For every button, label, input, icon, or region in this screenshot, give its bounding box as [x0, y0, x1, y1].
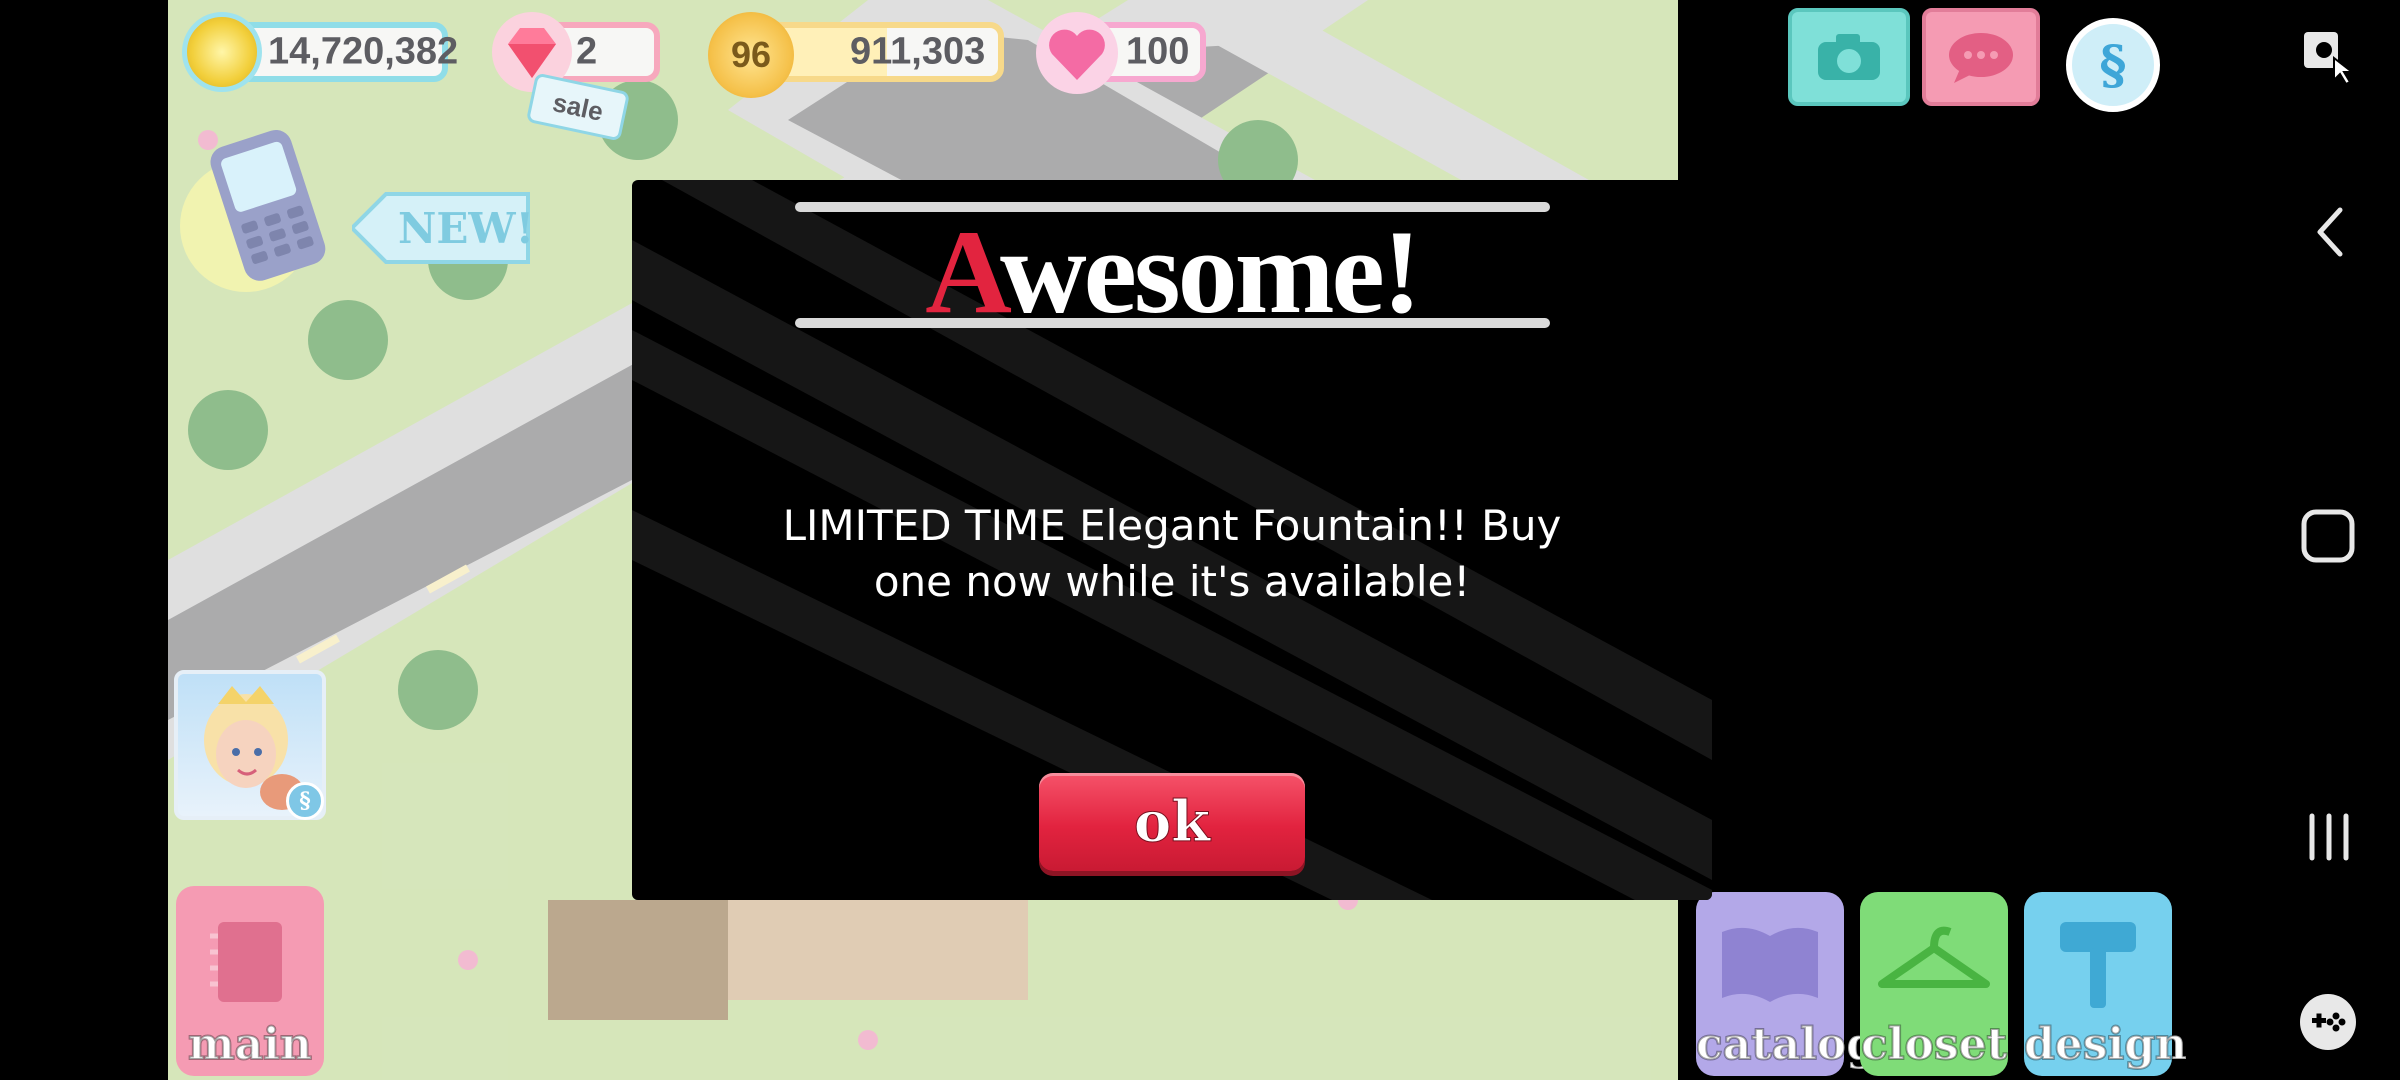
- star-level-icon: 96: [708, 12, 794, 98]
- title-rule-bottom: [795, 318, 1550, 328]
- coin-icon: [182, 12, 262, 92]
- coins-value: 14,720,382: [268, 30, 459, 73]
- main-tab[interactable]: main: [176, 886, 324, 1076]
- back-icon[interactable]: [2314, 206, 2346, 258]
- new-badge[interactable]: NEW!: [352, 190, 535, 266]
- sale-label: sale: [550, 86, 606, 127]
- level-value: 96: [730, 34, 772, 75]
- hearts-value: 100: [1126, 30, 1190, 73]
- dialog-message: LIMITED TIME Elegant Fountain!! Buy one …: [782, 501, 1562, 606]
- promo-dialog: Awesome! LIMITED TIME Elegant Fountain!!…: [632, 180, 1712, 900]
- main-label: main: [187, 1018, 313, 1071]
- recents-icon[interactable]: [2306, 812, 2352, 862]
- screen-pin-icon[interactable]: [2300, 28, 2356, 88]
- new-label: NEW!: [398, 204, 535, 253]
- ok-label: ok: [1133, 789, 1211, 856]
- heart-icon: [1036, 12, 1118, 94]
- dialog-title: Awesome!: [632, 212, 1712, 332]
- notebook-icon: [210, 922, 282, 1002]
- xp-value: 911,303: [850, 30, 986, 73]
- home-icon[interactable]: [2300, 508, 2356, 564]
- gamepad-icon[interactable]: [2298, 992, 2358, 1052]
- phone-icon[interactable]: [176, 126, 336, 296]
- system-nav-bar: [1678, 0, 2400, 1080]
- avatar-s-badge-icon: §: [286, 782, 324, 820]
- gems-value: 2: [576, 30, 598, 73]
- ok-button[interactable]: ok: [1039, 773, 1305, 871]
